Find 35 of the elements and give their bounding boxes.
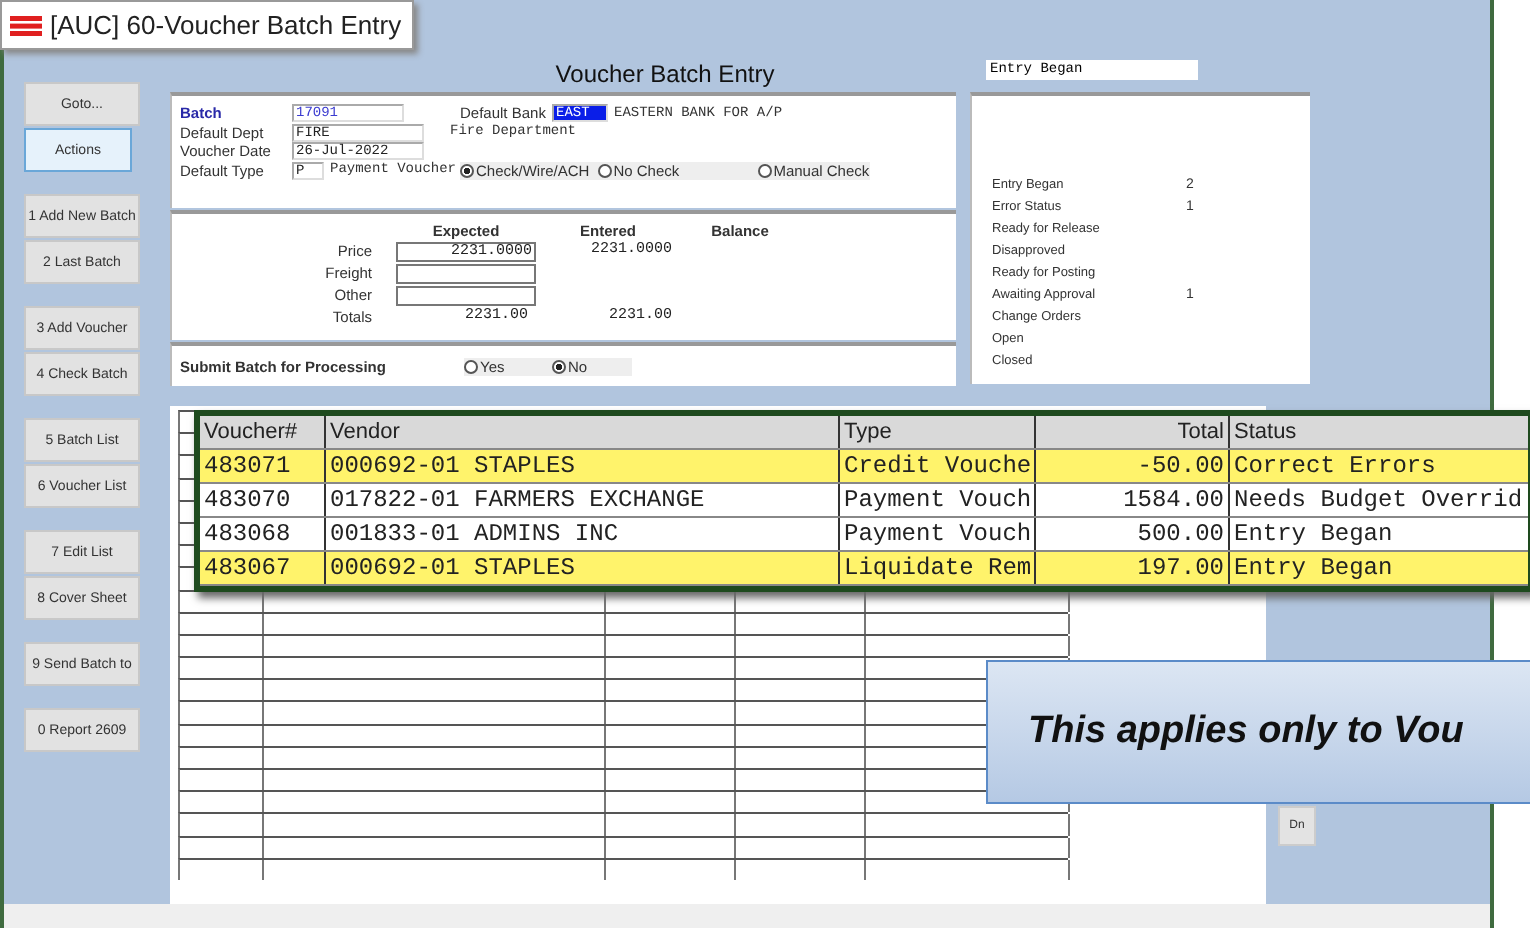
page-heading: Voucher Batch Entry bbox=[553, 58, 777, 88]
table-cell: -50.00 bbox=[1036, 450, 1230, 482]
table-cell: Entry Began bbox=[1230, 552, 1530, 584]
table-cell: 500.00 bbox=[1036, 518, 1230, 550]
column-header: Total bbox=[1036, 416, 1230, 448]
table-row[interactable]: 483070 017822-01 FARMERS EXCHANGE Payment Vouch 1584.00 Needs Budget Overrid bbox=[200, 484, 1528, 518]
table-cell: 000692-01 STAPLES bbox=[326, 450, 840, 482]
amount-input[interactable] bbox=[396, 285, 536, 306]
amount-input[interactable] bbox=[396, 263, 536, 284]
table-cell: 1584.00 bbox=[1036, 484, 1230, 516]
column-header: Type bbox=[840, 416, 1036, 448]
table-cell: 197.00 bbox=[1036, 552, 1230, 584]
table-cell: Liquidate Rem bbox=[840, 552, 1036, 584]
table-cell: Payment Vouch bbox=[840, 518, 1036, 550]
table-cell: 001833-01 ADMINS INC bbox=[326, 518, 840, 550]
table-cell: Credit Vouche bbox=[840, 450, 1036, 482]
table-cell: 483070 bbox=[200, 484, 326, 516]
table-cell: 483067 bbox=[200, 552, 326, 584]
window-title: [AUC] 60-Voucher Batch Entry bbox=[50, 10, 402, 40]
table-cell: 483071 bbox=[200, 450, 326, 482]
column-header: Voucher# bbox=[200, 416, 326, 448]
table-cell: 483068 bbox=[200, 518, 326, 550]
table-row[interactable]: 483068 001833-01 ADMINS INC Payment Vouch 500.00 Entry Began bbox=[200, 518, 1528, 552]
table-cell: Entry Began bbox=[1230, 518, 1530, 550]
table-cell: Correct Errors bbox=[1230, 450, 1530, 482]
table-row[interactable]: 483071 000692-01 STAPLES Credit Vouche -50.00 Correct Errors bbox=[200, 450, 1528, 484]
table-cell: 017822-01 FARMERS EXCHANGE bbox=[326, 484, 840, 516]
logo-icon bbox=[10, 15, 42, 35]
callout-note: This applies only to Vou bbox=[986, 660, 1530, 804]
column-header: Status bbox=[1230, 416, 1530, 448]
table-cell: Needs Budget Overrid bbox=[1230, 484, 1530, 516]
table-row[interactable]: 483067 000692-01 STAPLES Liquidate Rem 197.00 Entry Began bbox=[200, 552, 1528, 586]
table-cell: Payment Vouch bbox=[840, 484, 1036, 516]
column-header: Vendor bbox=[326, 416, 840, 448]
table-cell: 000692-01 STAPLES bbox=[326, 552, 840, 584]
